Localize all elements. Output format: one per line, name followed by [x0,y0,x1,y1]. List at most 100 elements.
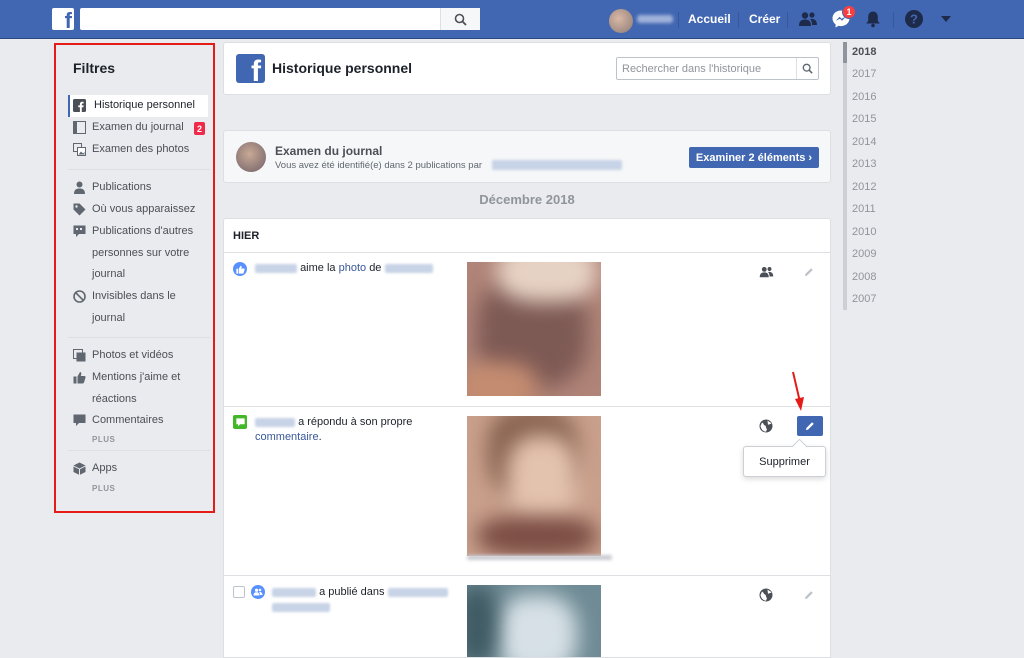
speech-bubble-icon [73,225,86,237]
filter-timeline-review[interactable]: Examen du journal [68,117,208,139]
filter-hidden-from-timeline[interactable]: Invisibles dans le journal [68,286,208,329]
divider [678,12,679,28]
global-search-input[interactable] [80,8,480,30]
divider [738,12,739,28]
year-link[interactable]: 2010 [852,226,876,238]
activity-verb: aime la [300,262,336,274]
day-title: HIER [233,230,260,242]
filter-photo-review[interactable]: Examen des photos [68,139,208,161]
filter-where-you-appear[interactable]: Où vous apparaissez [68,199,208,221]
redacted-name[interactable] [384,263,433,273]
year-link[interactable]: 2008 [852,271,876,283]
home-link[interactable]: Accueil [688,12,731,26]
facebook-logo-icon[interactable]: f [52,8,74,30]
filter-label: Examen du journal [92,121,184,133]
profile-avatar[interactable] [609,9,633,33]
activity-photo[interactable] [467,585,601,657]
filters-title: Filtres [73,60,116,76]
search-icon [454,13,467,26]
year-link[interactable]: 2013 [852,158,876,170]
year-link[interactable]: 2018 [852,46,876,58]
comment-icon [73,414,86,426]
divider [68,450,210,451]
edit-activity-button[interactable] [796,585,822,605]
page-title: Historique personnel [272,60,413,76]
year-scrubber [843,42,847,310]
redacted-name[interactable] [255,263,297,273]
facebook-logo-icon: f [236,54,265,83]
activity-checkbox[interactable] [233,586,245,598]
apps-more-link[interactable]: PLUS [92,484,115,493]
svg-text:?: ? [910,12,918,27]
redacted-name[interactable] [272,587,316,597]
cube-icon [73,462,86,475]
activity-photo[interactable] [467,262,601,396]
history-search-input[interactable] [616,57,819,80]
divider [787,12,788,28]
delete-menu-item[interactable]: Supprimer [743,446,826,477]
friends-icon[interactable] [758,264,774,280]
avatar [236,142,266,172]
redacted-group-name[interactable] [387,587,448,597]
globe-icon[interactable] [758,587,774,603]
search-button[interactable] [440,8,480,30]
divider [224,406,830,407]
filter-label: Photos et vidéos [92,349,174,361]
account-menu-caret-icon[interactable] [935,8,957,30]
divider [224,575,830,576]
activity-photo[interactable] [467,416,601,556]
year-link[interactable]: 2011 [852,203,876,215]
year-link[interactable]: 2015 [852,113,876,125]
filter-label: Commentaires [92,414,164,426]
filter-label: Publications [92,181,152,193]
comment-link[interactable]: commentaire [255,431,319,443]
year-link[interactable]: 2007 [852,293,876,305]
filter-comments[interactable]: Commentaires [68,410,208,432]
filter-apps[interactable]: Apps [68,458,208,480]
year-link[interactable]: 2014 [852,136,876,148]
redacted-name[interactable] [255,417,295,427]
filter-likes-reactions[interactable]: Mentions j'aime et réactions [68,367,208,410]
filter-photos-videos[interactable]: Photos et vidéos [68,345,208,367]
filter-others-posts[interactable]: Publications d'autres personnes sur votr… [68,221,208,286]
help-icon[interactable]: ? [903,8,925,30]
profile-name-redacted[interactable] [637,15,673,23]
create-link[interactable]: Créer [749,12,780,26]
filter-label: Apps [92,462,118,474]
redacted-caption [467,555,612,560]
edit-activity-button[interactable] [797,416,823,436]
filter-label: Mentions j'aime et [92,371,181,383]
globe-icon[interactable] [758,418,774,434]
tag-icon [73,203,86,216]
redacted-name [492,160,622,170]
timeline-review-prompt: Examen du journal Vous avez été identifi… [223,130,831,183]
year-link[interactable]: 2017 [852,68,876,80]
hidden-icon [73,290,86,303]
redacted-group-name[interactable] [272,602,330,612]
review-items-button[interactable]: Examiner 2 éléments › [689,147,819,168]
divider [224,252,830,253]
year-link[interactable]: 2009 [852,248,876,260]
edit-activity-button[interactable] [796,262,822,282]
current-year-marker [843,42,847,63]
year-link[interactable]: 2012 [852,181,876,193]
year-navigation: 2018 2017 2016 2015 2014 2013 2012 2011 … [843,42,883,310]
photo-link[interactable]: photo [339,262,367,274]
like-activity-icon [233,262,247,276]
friend-requests-icon[interactable] [797,8,819,30]
filter-label: journal [92,311,126,324]
filter-personal-history[interactable]: Historique personnel [68,95,208,117]
pencil-icon [805,422,814,431]
filter-label: réactions [92,392,137,405]
activity-day-card: HIER aime la photo de a répondu à son pr… [223,218,831,658]
notifications-bell-icon[interactable] [862,8,884,30]
year-link[interactable]: 2016 [852,91,876,103]
activity-description: a publié dans [272,585,472,615]
history-search-button[interactable] [796,58,818,79]
search-icon [802,63,813,74]
filter-label: Invisibles dans le [92,290,176,302]
comments-more-link[interactable]: PLUS [92,435,115,444]
filter-publications[interactable]: Publications [68,177,208,199]
history-header: f Historique personnel [223,42,831,95]
filter-label: Où vous apparaissez [92,203,196,215]
